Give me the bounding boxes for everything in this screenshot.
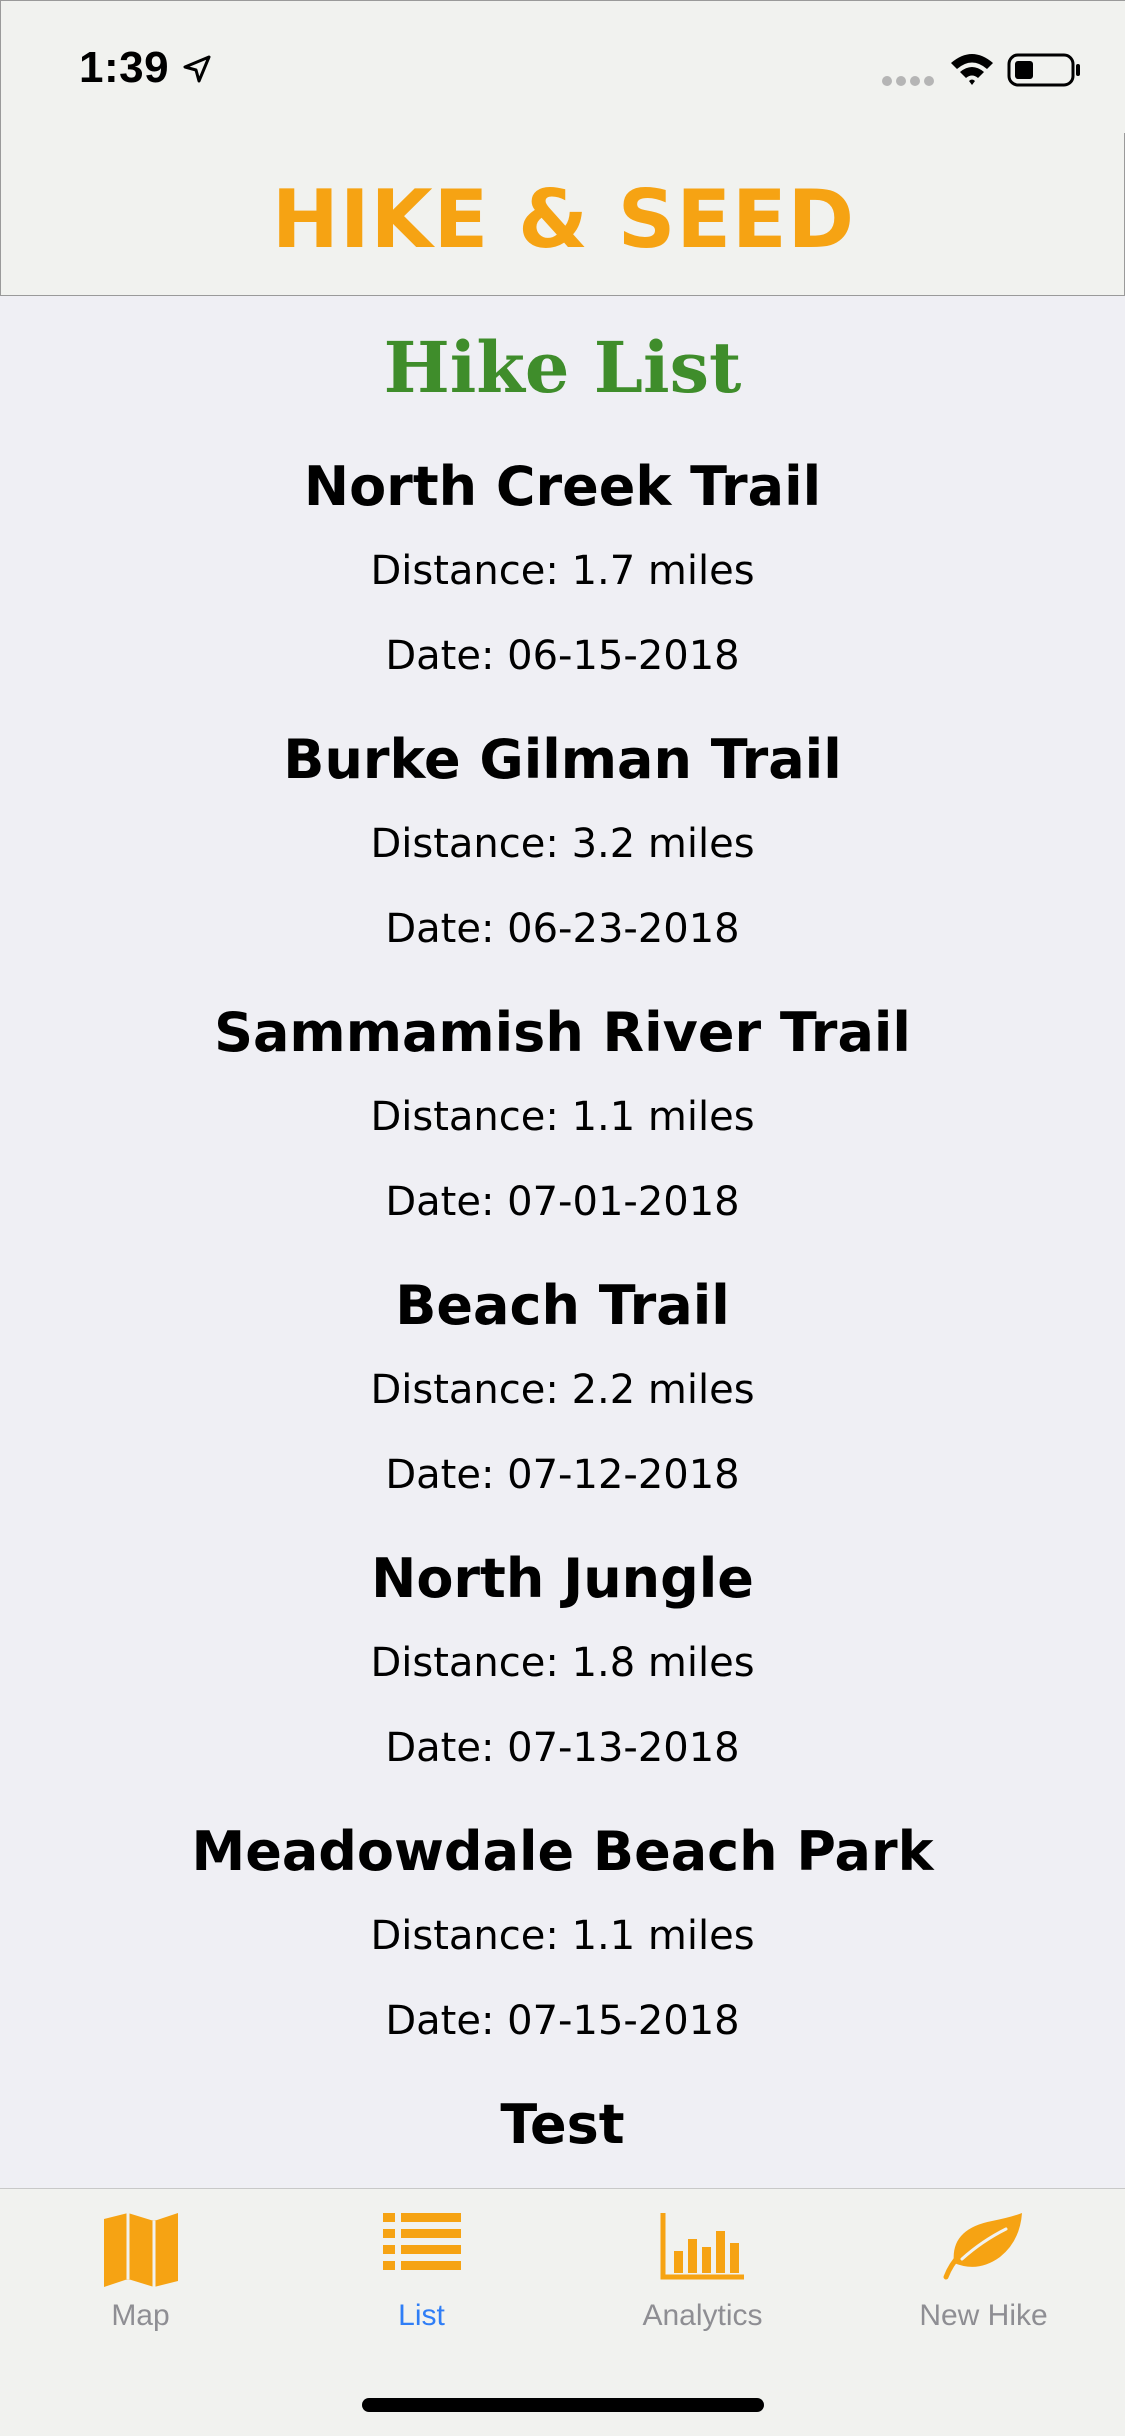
tab-label: Map xyxy=(111,2299,170,2332)
tab-list[interactable]: List xyxy=(281,2189,562,2339)
tab-label: List xyxy=(398,2299,445,2332)
hike-list-item[interactable]: Meadowdale Beach Park Distance: 1.1 mile… xyxy=(0,1817,1125,2090)
status-time: 1:39 xyxy=(79,43,170,92)
hike-list-item[interactable]: Sammamish River Trail Distance: 1.1 mile… xyxy=(0,998,1125,1271)
hike-list-view[interactable]: Hike List North Creek Trail Distance: 1.… xyxy=(0,296,1125,2188)
list-icon xyxy=(382,2213,461,2270)
hike-list-item[interactable]: Test xyxy=(0,2090,1125,2188)
hike-distance: Distance: 1.8 miles xyxy=(370,1640,755,1686)
hike-date: Date: 06-23-2018 xyxy=(385,906,740,952)
hike-name: Meadowdale Beach Park xyxy=(191,1820,934,1883)
hike-name: North Creek Trail xyxy=(303,455,822,518)
tab-label: New Hike xyxy=(919,2299,1048,2332)
app-title: HIKE & SEED xyxy=(271,173,856,266)
hike-distance: Distance: 3.2 miles xyxy=(370,821,755,867)
tab-new-hike[interactable]: New Hike xyxy=(843,2189,1124,2339)
leaf-icon xyxy=(943,2213,1022,2280)
hike-list-item[interactable]: Beach Trail Distance: 2.2 miles Date: 07… xyxy=(0,1271,1125,1544)
hike-date: Date: 07-12-2018 xyxy=(385,1452,740,1498)
tab-map[interactable]: Map xyxy=(0,2189,281,2339)
hike-date: Date: 07-13-2018 xyxy=(385,1725,740,1771)
hike-name: Test xyxy=(500,2093,625,2156)
hike-name: Burke Gilman Trail xyxy=(283,728,842,791)
hike-name: Beach Trail xyxy=(395,1274,730,1337)
hike-list-item[interactable]: North Jungle Distance: 1.8 miles Date: 0… xyxy=(0,1544,1125,1817)
home-indicator[interactable] xyxy=(362,2398,764,2412)
map-icon xyxy=(103,2213,178,2287)
wifi-icon xyxy=(951,54,993,85)
page-title: Hike List xyxy=(383,326,742,409)
hike-distance: Distance: 1.1 miles xyxy=(370,1094,755,1140)
location-arrow-icon xyxy=(183,55,211,83)
hike-distance: Distance: 2.2 miles xyxy=(370,1367,755,1413)
hike-name: Sammamish River Trail xyxy=(214,1001,911,1064)
hike-date: Date: 06-15-2018 xyxy=(385,633,740,679)
hike-date: Date: 07-15-2018 xyxy=(385,1998,740,2044)
hike-date: Date: 07-01-2018 xyxy=(385,1179,740,1225)
battery-icon xyxy=(1007,53,1080,87)
hike-list-item[interactable]: Burke Gilman Trail Distance: 3.2 miles D… xyxy=(0,725,1125,998)
hike-list: North Creek Trail Distance: 1.7 miles Da… xyxy=(0,452,1125,2188)
cellular-signal-icon xyxy=(882,76,934,86)
hike-distance: Distance: 1.1 miles xyxy=(370,1913,755,1959)
hike-distance: Distance: 1.7 miles xyxy=(370,548,755,594)
bar-chart-icon xyxy=(660,2213,744,2280)
hike-list-item[interactable]: North Creek Trail Distance: 1.7 miles Da… xyxy=(0,452,1125,725)
tab-analytics[interactable]: Analytics xyxy=(562,2189,843,2339)
status-bar: 1:39 xyxy=(1,1,1125,133)
hike-name: North Jungle xyxy=(371,1547,754,1610)
app-header: 1:39 HIKE & SEED xyxy=(0,0,1125,296)
tab-label: Analytics xyxy=(642,2299,763,2332)
